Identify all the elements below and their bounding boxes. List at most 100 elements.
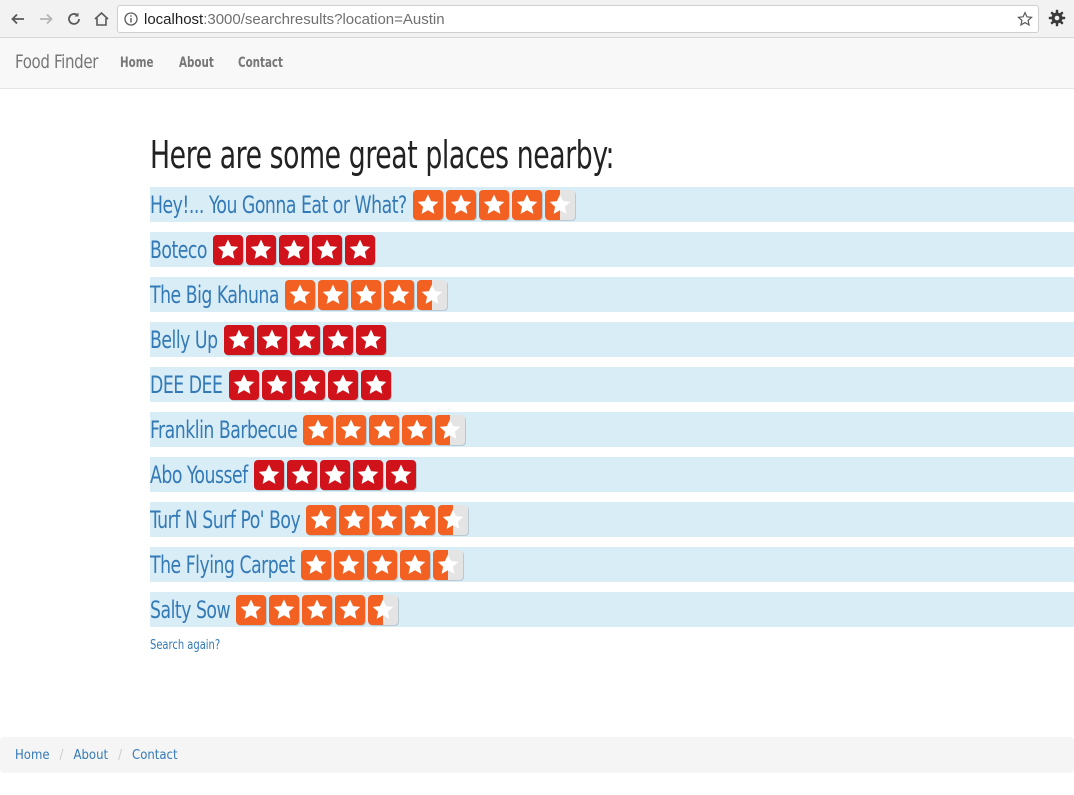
rating-star-icon <box>412 189 443 220</box>
nav-about-link[interactable]: About <box>179 55 214 71</box>
rating-star-icon <box>257 324 288 355</box>
restaurant-link[interactable]: Franklin Barbecue <box>150 416 298 444</box>
gear-icon[interactable] <box>1048 9 1066 32</box>
restaurant-link[interactable]: DEE DEE <box>150 371 223 399</box>
star-rating <box>285 279 448 310</box>
url-host: localhost <box>144 11 204 28</box>
breadcrumb-separator: / <box>118 747 123 763</box>
rating-star-icon <box>478 189 509 220</box>
rating-star-icon <box>368 594 399 625</box>
rating-star-icon <box>438 504 469 535</box>
star-rating <box>224 324 387 355</box>
address-bar[interactable]: localhost:3000/searchresults?location=Au… <box>117 5 1039 33</box>
url-text[interactable]: localhost:3000/searchresults?location=Au… <box>144 11 445 28</box>
bookmark-star-icon[interactable] <box>1017 11 1033 32</box>
restaurant-link[interactable]: Belly Up <box>150 326 218 354</box>
rating-star-icon <box>287 459 317 490</box>
result-row: Franklin Barbecue <box>150 412 1074 447</box>
rating-star-icon <box>269 594 300 625</box>
breadcrumb-contact-link[interactable]: Contact <box>132 748 178 763</box>
rating-star-icon <box>228 369 259 400</box>
nav-home-link[interactable]: Home <box>120 55 154 71</box>
nav-contact-link[interactable]: Contact <box>238 55 283 71</box>
result-row: Abo Youssef <box>150 457 1074 492</box>
rating-star-icon <box>261 369 292 400</box>
result-row: Belly Up <box>150 322 1074 357</box>
info-icon[interactable] <box>124 12 138 31</box>
rating-star-icon <box>327 369 358 400</box>
search-again-link[interactable]: Search again? <box>150 638 220 653</box>
star-rating <box>228 369 391 400</box>
rating-star-icon <box>285 279 316 310</box>
rating-star-icon <box>544 189 575 220</box>
restaurant-link[interactable]: Abo Youssef <box>150 461 248 489</box>
rating-star-icon <box>417 279 448 310</box>
result-row: DEE DEE <box>150 367 1074 402</box>
restaurant-link[interactable]: The Flying Carpet <box>150 551 295 579</box>
breadcrumb-separator: / <box>59 747 64 763</box>
site-navbar: Food Finder Home About Contact <box>0 38 1074 89</box>
rating-star-icon <box>318 279 349 310</box>
rating-star-icon <box>511 189 542 220</box>
rating-star-icon <box>372 504 403 535</box>
rating-star-icon <box>435 414 466 445</box>
home-icon[interactable] <box>91 9 111 29</box>
rating-star-icon <box>369 414 400 445</box>
browser-toolbar: localhost:3000/searchresults?location=Au… <box>0 0 1074 38</box>
rating-star-icon <box>445 189 476 220</box>
rating-star-icon <box>335 594 366 625</box>
star-rating <box>213 234 376 265</box>
rating-star-icon <box>312 234 343 265</box>
rating-star-icon <box>351 279 382 310</box>
result-row: The Flying Carpet <box>150 547 1074 582</box>
rating-star-icon <box>356 324 387 355</box>
rating-star-icon <box>323 324 354 355</box>
rating-star-icon <box>386 459 416 490</box>
page-heading: Here are some great places nearby: <box>150 133 615 177</box>
star-rating <box>303 414 466 445</box>
rating-star-icon <box>224 324 255 355</box>
restaurant-link[interactable]: Turf N Surf Po' Boy <box>150 506 301 534</box>
back-arrow-icon[interactable] <box>8 9 28 29</box>
brand-link[interactable]: Food Finder <box>15 51 98 73</box>
star-rating <box>300 549 463 580</box>
restaurant-link[interactable]: Salty Sow <box>150 596 231 624</box>
rating-star-icon <box>300 549 331 580</box>
restaurant-link[interactable]: Hey!... You Gonna Eat or What? <box>150 191 407 219</box>
restaurant-link[interactable]: Boteco <box>150 236 207 264</box>
rating-star-icon <box>432 549 463 580</box>
restaurant-link[interactable]: The Big Kahuna <box>150 281 279 309</box>
rating-star-icon <box>303 414 334 445</box>
forward-arrow-icon[interactable] <box>36 9 56 29</box>
rating-star-icon <box>405 504 436 535</box>
star-rating <box>306 504 469 535</box>
rating-star-icon <box>366 549 397 580</box>
result-row: The Big Kahuna <box>150 277 1074 312</box>
rating-star-icon <box>384 279 415 310</box>
rating-star-icon <box>213 234 244 265</box>
rating-star-icon <box>246 234 277 265</box>
rating-star-icon <box>360 369 391 400</box>
breadcrumb: Home / About / Contact <box>0 737 1074 773</box>
result-row: Boteco <box>150 232 1074 267</box>
rating-star-icon <box>336 414 367 445</box>
result-row: Salty Sow <box>150 592 1074 627</box>
breadcrumb-home-link[interactable]: Home <box>15 748 50 763</box>
reload-icon[interactable] <box>64 9 84 29</box>
star-rating <box>236 594 399 625</box>
rating-star-icon <box>353 459 383 490</box>
rating-star-icon <box>302 594 333 625</box>
rating-star-icon <box>236 594 267 625</box>
rating-star-icon <box>345 234 376 265</box>
rating-star-icon <box>320 459 350 490</box>
result-row: Hey!... You Gonna Eat or What? <box>150 187 1074 222</box>
rating-star-icon <box>254 459 284 490</box>
result-row: Turf N Surf Po' Boy <box>150 502 1074 537</box>
star-rating <box>254 459 416 490</box>
rating-star-icon <box>279 234 310 265</box>
breadcrumb-about-link[interactable]: About <box>74 748 109 763</box>
star-rating <box>412 189 575 220</box>
rating-star-icon <box>290 324 321 355</box>
rating-star-icon <box>339 504 370 535</box>
url-path: :3000/searchresults?location=Austin <box>203 11 445 28</box>
